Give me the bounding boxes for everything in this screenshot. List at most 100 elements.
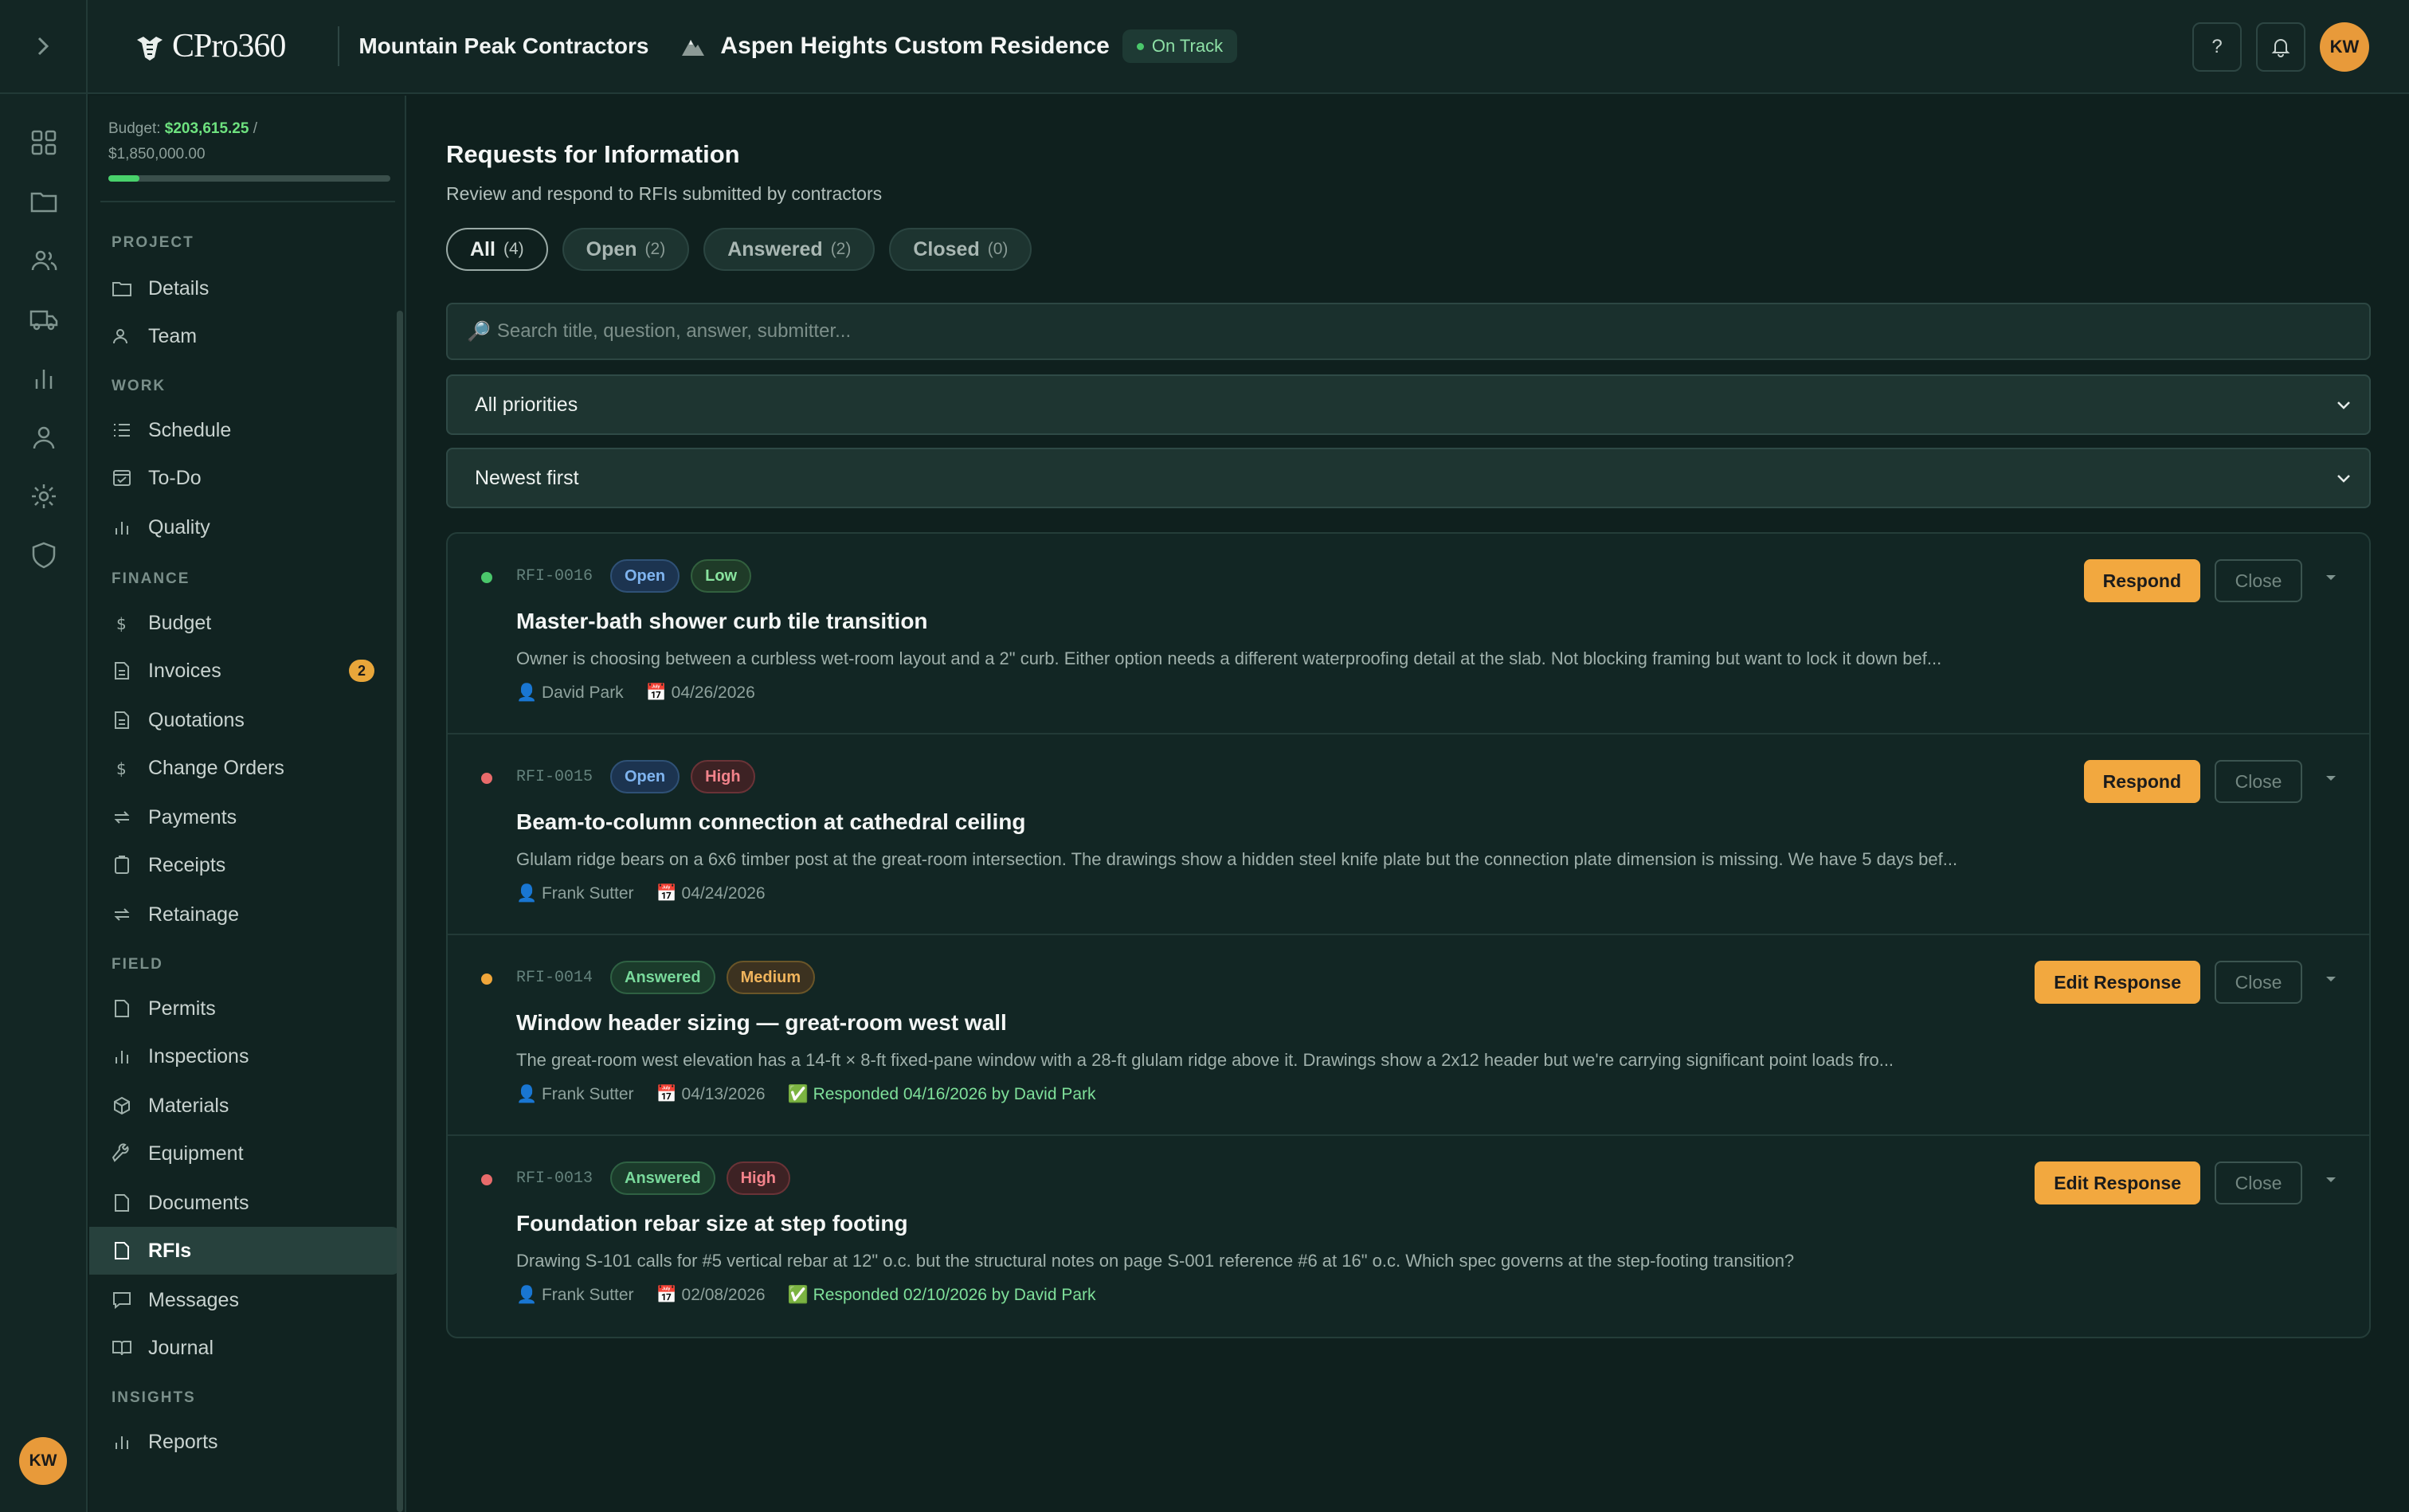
sidebar-item-schedule[interactable]: Schedule: [89, 406, 400, 454]
gear-icon[interactable]: [29, 481, 59, 511]
sidebar-item-materials[interactable]: Materials: [89, 1082, 400, 1130]
rfi-title[interactable]: Window header sizing — great-room west w…: [516, 1010, 1007, 1036]
sidebar-item-quality[interactable]: Quality: [89, 503, 400, 551]
budget-progress-bar: [108, 175, 390, 182]
sidebar-item-budget[interactable]: $ Budget: [89, 599, 400, 647]
close-button[interactable]: Close: [2215, 961, 2302, 1004]
logo-text: CPro360: [172, 28, 286, 65]
close-button[interactable]: Close: [2215, 559, 2302, 602]
rfi-submitter: 👤 Frank Sutter: [516, 884, 634, 903]
bar-chart-icon: [116, 522, 128, 535]
sidebar-item-inspections[interactable]: Inspections: [89, 1032, 400, 1080]
sidebar-item-label: Journal: [148, 1336, 213, 1359]
rfi-responded: ✅ Responded 04/16/2026 by David Park: [787, 1085, 1096, 1103]
user-icon[interactable]: [29, 422, 59, 452]
sidebar-item-label: Messages: [148, 1288, 239, 1311]
help-button[interactable]: ?: [2192, 22, 2242, 72]
rfi-description: Drawing S-101 calls for #5 vertical reba…: [516, 1251, 1795, 1271]
tab-all[interactable]: All (4): [446, 228, 548, 271]
rfi-card[interactable]: RFI-0014 Answered Medium Window header s…: [448, 935, 2369, 1136]
divider: [100, 201, 395, 202]
sidebar-item-label: Permits: [148, 997, 216, 1020]
company-name[interactable]: Mountain Peak Contractors: [358, 33, 648, 59]
tab-open[interactable]: Open (2): [562, 228, 690, 271]
bar-chart-icon[interactable]: [29, 363, 59, 394]
tab-answered[interactable]: Answered (2): [703, 228, 875, 271]
truck-icon[interactable]: [29, 304, 59, 335]
close-button[interactable]: Close: [2215, 1161, 2302, 1205]
tab-closed[interactable]: Closed (0): [889, 228, 1032, 271]
sidebar-item-receipts[interactable]: Receipts: [89, 841, 400, 889]
list-icon: [114, 424, 130, 437]
sidebar-item-retainage[interactable]: Retainage: [89, 891, 400, 938]
edit-response-button[interactable]: Edit Response: [2035, 1161, 2200, 1205]
sidebar-item-label: Invoices: [148, 659, 221, 682]
bar-chart-icon: [116, 1436, 128, 1449]
expand-rail-button[interactable]: [0, 0, 88, 93]
close-button[interactable]: Close: [2215, 760, 2302, 803]
dashboard-icon[interactable]: [29, 127, 59, 158]
rfi-title[interactable]: Master-bath shower curb tile transition: [516, 609, 928, 634]
invoices-count-badge: 2: [349, 660, 374, 682]
rfi-title[interactable]: Foundation rebar size at step footing: [516, 1211, 908, 1236]
sidebar-item-reports[interactable]: Reports: [89, 1418, 400, 1466]
sidebar-item-permits[interactable]: Permits: [89, 985, 400, 1032]
rfi-id: RFI-0013: [516, 1169, 593, 1188]
sidebar-item-journal[interactable]: Journal: [89, 1324, 400, 1372]
document-icon: [115, 1000, 129, 1017]
header-divider: [338, 26, 340, 66]
sidebar-item-messages[interactable]: Messages: [89, 1276, 400, 1324]
folder-icon[interactable]: [29, 186, 59, 217]
priority-filter-select[interactable]: All priorities: [446, 374, 2371, 435]
sidebar-item-documents[interactable]: Documents: [89, 1179, 400, 1227]
sidebar-item-rfis[interactable]: RFIs: [89, 1227, 400, 1275]
chevron-down-icon: [2337, 402, 2350, 409]
sidebar-item-payments[interactable]: Payments: [89, 793, 400, 841]
sidebar-item-label: RFIs: [148, 1239, 192, 1262]
caret-down-icon[interactable]: [2325, 574, 2337, 582]
shield-icon[interactable]: [29, 540, 59, 570]
rail-user-avatar[interactable]: KW: [19, 1437, 67, 1485]
budget-spent: $203,615.25: [164, 120, 249, 137]
priority-dot: [481, 973, 492, 985]
repeat-icon: [114, 908, 130, 921]
notifications-button[interactable]: [2256, 22, 2305, 72]
respond-button[interactable]: Respond: [2083, 760, 2200, 803]
sidebar-item-equipment[interactable]: Equipment: [89, 1130, 400, 1177]
sidebar-item-todo[interactable]: To-Do: [89, 454, 400, 502]
rfi-date: 📅 04/13/2026: [656, 1085, 766, 1103]
caret-down-icon[interactable]: [2325, 1176, 2337, 1184]
sidebar-item-label: Inspections: [148, 1044, 249, 1067]
caret-down-icon[interactable]: [2325, 774, 2337, 782]
tab-label: Answered: [727, 237, 823, 260]
rfi-date: 📅 04/24/2026: [656, 884, 766, 903]
sidebar-item-quotations[interactable]: Quotations: [89, 696, 400, 744]
rfi-card[interactable]: RFI-0015 Open High Beam-to-column connec…: [448, 734, 2369, 935]
sidebar-item-team[interactable]: Team: [89, 312, 400, 360]
sidebar-item-change-orders[interactable]: $ Change Orders: [89, 744, 400, 792]
caret-down-icon[interactable]: [2325, 975, 2337, 983]
sort-select[interactable]: Newest first: [446, 448, 2371, 508]
rfi-description: Owner is choosing between a curbless wet…: [516, 648, 1942, 668]
edit-response-button[interactable]: Edit Response: [2035, 961, 2200, 1004]
rfi-card[interactable]: RFI-0016 Open Low Master-bath shower cur…: [448, 534, 2369, 734]
sidebar-scrollbar[interactable]: [397, 311, 403, 1512]
app-logo[interactable]: CPro360: [134, 27, 286, 65]
project-name[interactable]: Aspen Heights Custom Residence: [720, 33, 1109, 60]
rfi-submitter: 👤 Frank Sutter: [516, 1286, 634, 1304]
svg-text:$: $: [116, 759, 127, 778]
users-icon[interactable]: [29, 245, 59, 276]
dollar-icon: $: [116, 759, 127, 778]
status-badge: Open: [610, 760, 680, 793]
sidebar-item-details[interactable]: Details: [89, 264, 400, 312]
status-label: On Track: [1151, 36, 1224, 56]
respond-button[interactable]: Respond: [2083, 559, 2200, 602]
priority-dot: [481, 1174, 492, 1185]
search-input[interactable]: [496, 320, 2329, 343]
user-avatar[interactable]: KW: [2320, 22, 2369, 72]
document-icon: [115, 1194, 129, 1212]
sidebar-item-invoices[interactable]: Invoices 2: [89, 647, 400, 695]
section-field: FIELD: [112, 956, 163, 973]
rfi-title[interactable]: Beam-to-column connection at cathedral c…: [516, 809, 1025, 835]
rfi-card[interactable]: RFI-0013 Answered High Foundation rebar …: [448, 1136, 2369, 1337]
